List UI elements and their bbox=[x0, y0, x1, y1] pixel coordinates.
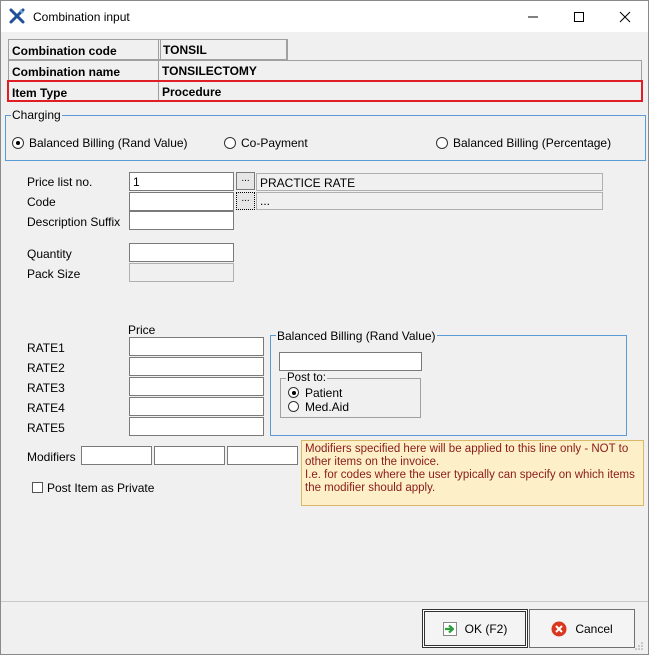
code-label: Code bbox=[27, 195, 56, 209]
resize-grip-icon[interactable] bbox=[634, 641, 644, 651]
cancel-icon bbox=[551, 621, 567, 636]
post-to-medaid-label[interactable]: Med.Aid bbox=[305, 400, 349, 414]
window-title: Combination input bbox=[33, 10, 130, 24]
modifiers-note: Modifiers specified here will be applied… bbox=[301, 440, 644, 506]
rate1-label: RATE1 bbox=[27, 341, 65, 355]
rate4-label: RATE4 bbox=[27, 401, 65, 415]
footer-divider bbox=[1, 601, 648, 602]
price-header: Price bbox=[128, 323, 156, 337]
post-to-legend: Post to: bbox=[286, 372, 327, 384]
rate5-input[interactable] bbox=[129, 417, 264, 436]
charging-option-co-payment[interactable]: Co-Payment bbox=[241, 136, 308, 150]
post-to-group bbox=[280, 378, 421, 418]
modifiers-label: Modifiers bbox=[27, 450, 76, 464]
pack-size-input bbox=[129, 263, 234, 282]
post-to-medaid-radio[interactable] bbox=[288, 401, 299, 412]
rate2-input[interactable] bbox=[129, 357, 264, 376]
price-list-browse-button[interactable]: ... bbox=[236, 172, 255, 190]
minimize-button[interactable] bbox=[510, 1, 556, 32]
post-private-label[interactable]: Post Item as Private bbox=[47, 481, 154, 495]
modifier-3-input[interactable] bbox=[227, 446, 298, 465]
rate1-input[interactable] bbox=[129, 337, 264, 356]
combination-name-row: Combination name TONSILECTOMY bbox=[8, 60, 642, 81]
description-suffix-input[interactable] bbox=[129, 211, 234, 230]
balanced-billing-input[interactable] bbox=[279, 352, 422, 371]
modifier-2-input[interactable] bbox=[154, 446, 225, 465]
rate4-input[interactable] bbox=[129, 397, 264, 416]
code-input[interactable] bbox=[129, 192, 234, 211]
charging-option-rand-value[interactable]: Balanced Billing (Rand Value) bbox=[29, 136, 188, 150]
post-to-patient-label[interactable]: Patient bbox=[305, 386, 342, 400]
charging-radio-co-payment[interactable] bbox=[224, 137, 236, 149]
close-window-button[interactable] bbox=[602, 1, 648, 32]
combination-name-label: Combination name bbox=[9, 61, 159, 80]
balanced-billing-legend: Balanced Billing (Rand Value) bbox=[276, 329, 437, 343]
tools-cross-icon bbox=[9, 8, 25, 24]
post-private-checkbox[interactable] bbox=[32, 482, 43, 493]
ok-button-label: OK (F2) bbox=[464, 621, 508, 636]
rate5-label: RATE5 bbox=[27, 421, 65, 435]
charging-option-percentage[interactable]: Balanced Billing (Percentage) bbox=[453, 136, 611, 150]
maximize-button[interactable] bbox=[556, 1, 602, 32]
post-to-patient-radio[interactable] bbox=[288, 387, 299, 398]
combination-code-row: Combination code TONSIL bbox=[8, 39, 288, 60]
minimize-icon bbox=[528, 16, 538, 17]
cancel-button-label: Cancel bbox=[575, 621, 613, 636]
ok-button[interactable]: OK (F2) bbox=[422, 609, 528, 648]
close-icon bbox=[619, 11, 631, 22]
maximize-icon bbox=[574, 11, 584, 22]
code-description: ... bbox=[256, 192, 603, 210]
arrow-right-icon bbox=[442, 621, 457, 636]
combination-code-label: Combination code bbox=[9, 40, 159, 59]
rate2-label: RATE2 bbox=[27, 361, 65, 375]
pack-size-label: Pack Size bbox=[27, 267, 81, 281]
charging-radio-percentage[interactable] bbox=[436, 137, 448, 149]
charging-legend: Charging bbox=[11, 108, 62, 122]
modifier-1-input[interactable] bbox=[81, 446, 152, 465]
price-list-input[interactable]: 1 bbox=[129, 172, 234, 191]
combination-name-value: TONSILECTOMY bbox=[162, 64, 257, 78]
quantity-input[interactable] bbox=[129, 243, 234, 262]
cancel-button[interactable]: Cancel bbox=[529, 609, 635, 648]
combination-code-value: TONSIL bbox=[160, 39, 287, 60]
rate3-label: RATE3 bbox=[27, 381, 65, 395]
rate3-input[interactable] bbox=[129, 377, 264, 396]
quantity-label: Quantity bbox=[27, 247, 72, 261]
modifiers-note-text: Modifiers specified here will be applied… bbox=[305, 443, 635, 494]
price-list-label: Price list no. bbox=[27, 175, 93, 189]
code-browse-button[interactable]: ... bbox=[236, 192, 255, 210]
item-type-highlight bbox=[7, 80, 643, 102]
description-suffix-label: Description Suffix bbox=[27, 215, 121, 229]
price-list-description: PRACTICE RATE bbox=[256, 173, 603, 191]
title-bar: Combination input bbox=[1, 1, 648, 32]
charging-radio-rand-value[interactable] bbox=[12, 137, 24, 149]
combination-input-window: Combination input Combination code TONSI… bbox=[0, 0, 649, 655]
